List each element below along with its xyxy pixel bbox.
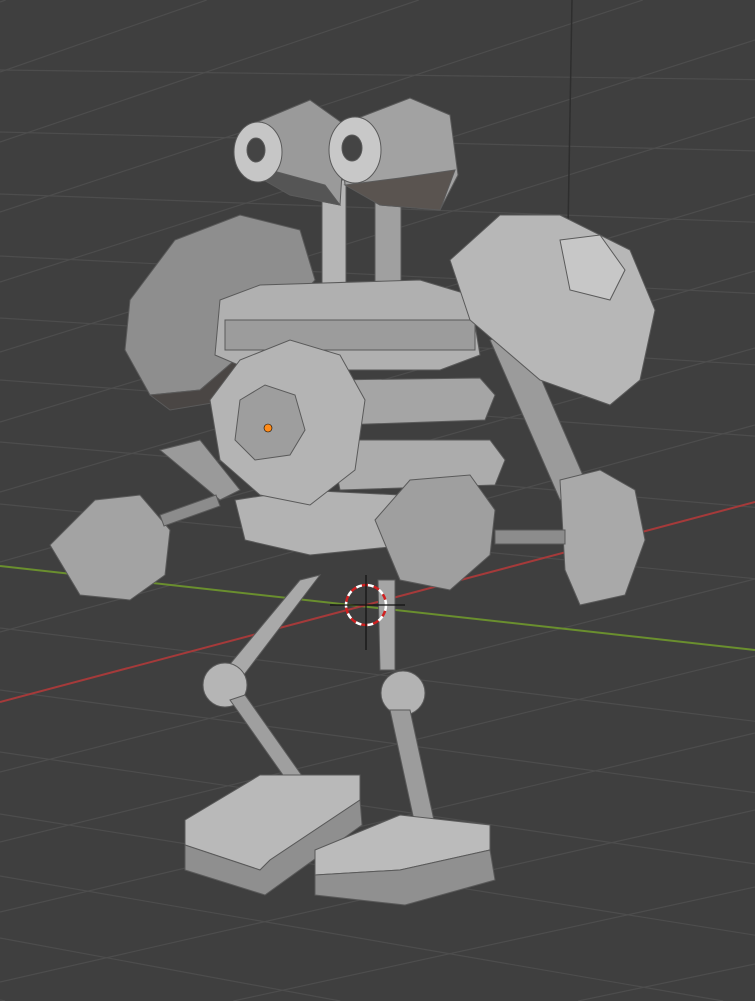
right-forearm [494, 529, 566, 545]
right-hand-drum[interactable] [559, 469, 646, 606]
grid-line [0, 937, 341, 1001]
grid-line [0, 655, 755, 843]
grid-line [0, 0, 6, 3]
grid-line [578, 963, 755, 1001]
right-shoulder-disc[interactable] [449, 214, 656, 406]
right-shin [389, 709, 436, 826]
grid-line [0, 689, 755, 794]
torso-top-disc-band [224, 319, 476, 351]
robot-model[interactable] [49, 97, 656, 906]
right-thigh [377, 579, 396, 671]
object-origin-dot [263, 423, 273, 433]
right-knee [380, 670, 426, 716]
z-axis-line [567, 0, 573, 231]
right-claw[interactable] [374, 474, 496, 591]
eye-hole-left [246, 137, 266, 163]
eye-hole-right [341, 134, 363, 162]
viewport-canvas[interactable] [0, 0, 755, 1001]
grid-line [0, 69, 755, 81]
grid-line [233, 886, 755, 1001]
3d-viewport[interactable] [0, 0, 755, 1001]
grid-line [0, 0, 207, 73]
grid-line [0, 627, 755, 722]
left-thigh [224, 574, 322, 681]
left-forearm [159, 494, 221, 527]
left-shin [229, 694, 306, 786]
